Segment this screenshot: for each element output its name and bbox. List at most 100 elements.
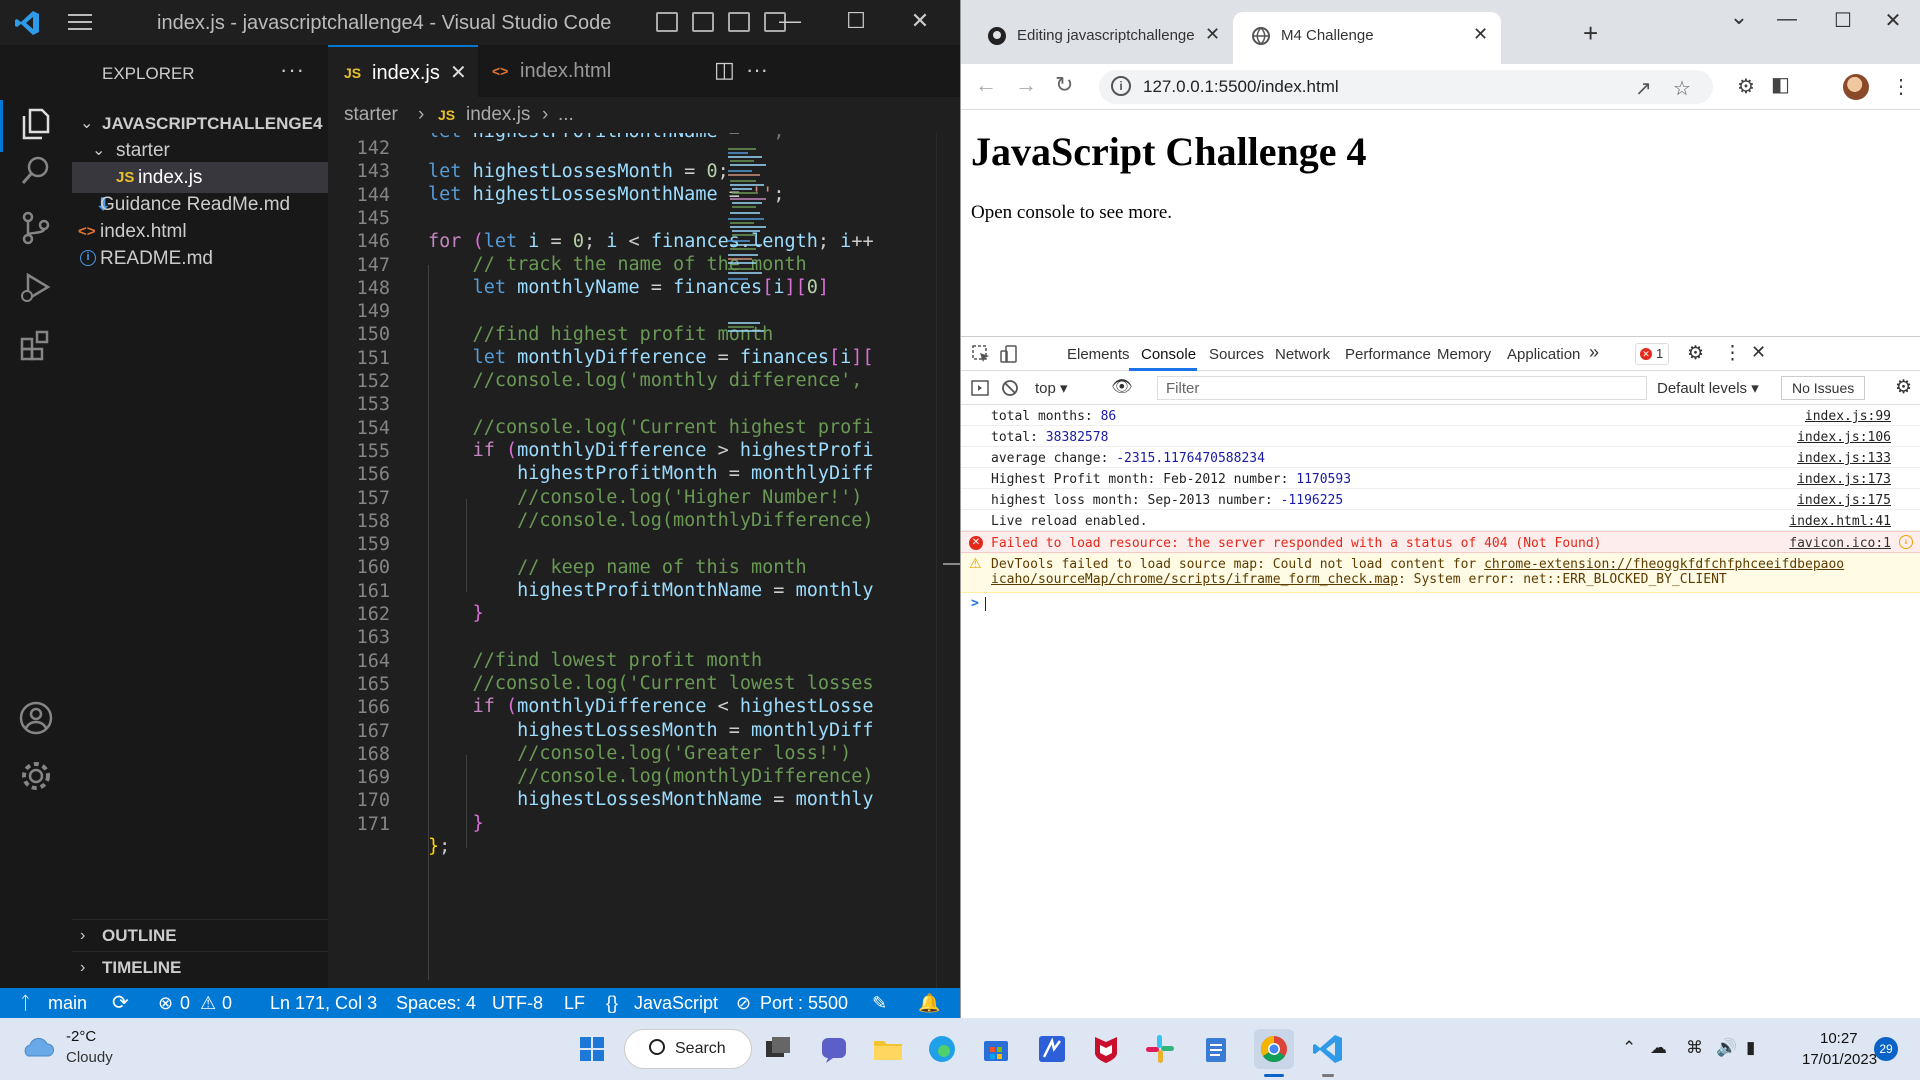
toggle-sidebar-icon[interactable] (656, 12, 678, 32)
error-counter[interactable]: ✕ 1 (1635, 343, 1669, 365)
tab-index-html[interactable]: <> index.html (478, 45, 648, 97)
device-toolbar-icon[interactable] (999, 344, 1019, 364)
settings-gear-icon[interactable] (16, 756, 56, 796)
devtools-more-icon[interactable]: ⋮ (1723, 342, 1742, 365)
error-count[interactable]: 0 (180, 988, 190, 1018)
run-debug-icon[interactable] (16, 267, 56, 307)
timeline-section[interactable]: › TIMELINE (72, 951, 328, 983)
sidebar-toggle-icon[interactable] (971, 379, 989, 397)
tab-elements[interactable]: Elements (1067, 346, 1130, 363)
share-icon[interactable]: ↗ (1635, 76, 1652, 101)
warning-link[interactable]: icaho/sourceMap/chrome/scripts/iframe_fo… (991, 572, 1398, 587)
breadcrumb-file[interactable]: index.js (466, 97, 530, 133)
slack-icon[interactable] (1140, 1029, 1180, 1069)
close-tab-icon[interactable]: ✕ (1205, 24, 1220, 45)
address-url[interactable]: 127.0.0.1:5500/index.html (1143, 77, 1339, 97)
live-server-icon[interactable]: ⊘ (736, 988, 751, 1018)
menu-icon[interactable] (68, 14, 92, 32)
warning-count[interactable]: 0 (222, 988, 232, 1018)
editor-more-icon[interactable]: ··· (746, 57, 768, 83)
maximize-icon[interactable]: ☐ (1823, 8, 1863, 33)
app-icon-blue[interactable] (1032, 1029, 1072, 1069)
back-icon[interactable]: ← (975, 72, 997, 98)
sync-icon[interactable]: ⟳ (112, 988, 129, 1018)
vscode-taskbar-icon[interactable] (1308, 1029, 1348, 1069)
console-prompt[interactable]: > (961, 593, 1920, 615)
message-source-link[interactable]: index.html:41 (1789, 514, 1891, 529)
notifications-bell-icon[interactable]: 🔔 (918, 988, 940, 1018)
explorer-more-icon[interactable]: ··· (280, 57, 305, 83)
side-panel-icon[interactable]: ◧ (1771, 72, 1790, 97)
breadcrumb-symbol[interactable]: ... (558, 97, 574, 133)
minimap[interactable] (726, 145, 770, 345)
accounts-icon[interactable] (16, 698, 56, 738)
site-info-icon[interactable]: i (1111, 76, 1131, 96)
wifi-icon[interactable]: ⌘ (1686, 1038, 1703, 1058)
maximize-icon[interactable]: ☐ (836, 8, 876, 34)
indentation[interactable]: Spaces: 4 (396, 988, 476, 1018)
inspect-element-icon[interactable] (971, 344, 991, 364)
task-view-icon[interactable] (758, 1029, 798, 1069)
battery-icon[interactable]: ▮ (1746, 1038, 1755, 1058)
mcafee-icon[interactable] (1086, 1029, 1126, 1069)
source-control-icon[interactable] (16, 208, 56, 248)
live-server-port[interactable]: Port : 5500 (760, 988, 848, 1018)
split-editor-icon[interactable]: ◫ (714, 57, 735, 83)
extensions-icon[interactable] (16, 325, 56, 365)
tab-network[interactable]: Network (1275, 346, 1330, 363)
tab-performance[interactable]: Performance (1345, 346, 1431, 363)
show-hidden-icons-chevron-icon[interactable]: ⌃ (1622, 1038, 1636, 1058)
browser-tab-m4-challenge[interactable]: M4 Challenge ✕ (1233, 12, 1501, 64)
windows-start-icon[interactable] (572, 1029, 612, 1069)
log-levels-dropdown[interactable]: Default levels ▾ (1657, 379, 1759, 397)
address-bar[interactable]: i 127.0.0.1:5500/index.html ↗ ☆ (1099, 70, 1713, 104)
clear-console-icon[interactable] (1001, 379, 1019, 397)
code-editor[interactable]: 142 143 144 145 146 147 148 149 150 151 152 153 154 1… (328, 133, 888, 988)
forward-icon[interactable]: → (1015, 72, 1037, 98)
warning-link[interactable]: chrome-extension://fheoggkfdfchfphceeifd… (1484, 557, 1844, 572)
onedrive-cloud-icon[interactable]: ☁ (1650, 1038, 1667, 1058)
weather-condition[interactable]: Cloudy (66, 1049, 113, 1066)
profile-avatar[interactable] (1843, 74, 1869, 100)
branch-name[interactable]: main (48, 988, 87, 1018)
message-source-link[interactable]: index.js:173 (1797, 472, 1891, 487)
issues-button[interactable]: No Issues (1781, 376, 1866, 400)
cursor-position[interactable]: Ln 171, Col 3 (270, 988, 377, 1018)
close-devtools-icon[interactable]: ✕ (1751, 342, 1766, 363)
toggle-panel-icon[interactable] (692, 12, 714, 32)
close-tab-icon[interactable]: ✕ (450, 47, 467, 99)
vertical-scrollbar[interactable] (936, 133, 961, 988)
close-window-icon[interactable]: ✕ (900, 8, 940, 34)
network-request-icon[interactable]: ↓ (1899, 535, 1913, 549)
error-icon[interactable]: ⊗ (158, 988, 173, 1018)
notification-badge[interactable]: 29 (1874, 1037, 1898, 1061)
end-of-line[interactable]: LF (564, 988, 585, 1018)
close-tab-icon[interactable]: ✕ (1473, 24, 1488, 45)
edge-browser-icon[interactable] (922, 1029, 962, 1069)
branch-icon[interactable]: ᛏ (20, 988, 31, 1018)
tab-application[interactable]: Application (1507, 346, 1580, 363)
clock-time[interactable]: 10:27 (1820, 1030, 1858, 1047)
teams-chat-icon[interactable] (814, 1029, 854, 1069)
live-expression-eye-icon[interactable]: 👁 (1111, 377, 1133, 397)
file-explorer-icon[interactable] (868, 1029, 908, 1069)
chrome-icon[interactable] (1254, 1029, 1294, 1069)
tree-item-readme[interactable]: i README.md (72, 243, 328, 274)
minimize-icon[interactable]: — (1767, 8, 1807, 31)
explorer-icon[interactable] (16, 104, 56, 144)
console-filter-input[interactable]: Filter (1157, 376, 1647, 400)
message-source-link[interactable]: index.js:175 (1797, 493, 1891, 508)
tab-memory[interactable]: Memory (1437, 346, 1491, 363)
message-source-link[interactable]: index.js:106 (1797, 430, 1891, 445)
search-icon[interactable] (16, 151, 56, 191)
tab-console[interactable]: Console (1141, 346, 1196, 363)
more-tabs-icon[interactable]: » (1589, 342, 1599, 363)
devtools-settings-icon[interactable]: ⚙ (1687, 342, 1704, 365)
feedback-icon[interactable]: ✎ (872, 988, 887, 1018)
warning-icon[interactable]: ⚠ (200, 988, 216, 1018)
message-source-link[interactable]: index.js:133 (1797, 451, 1891, 466)
taskbar-search[interactable]: Search (624, 1029, 752, 1069)
weather-temperature[interactable]: -2°C (66, 1028, 96, 1045)
context-selector[interactable]: top ▾ (1035, 379, 1068, 397)
cloud-weather-icon[interactable] (20, 1034, 54, 1060)
